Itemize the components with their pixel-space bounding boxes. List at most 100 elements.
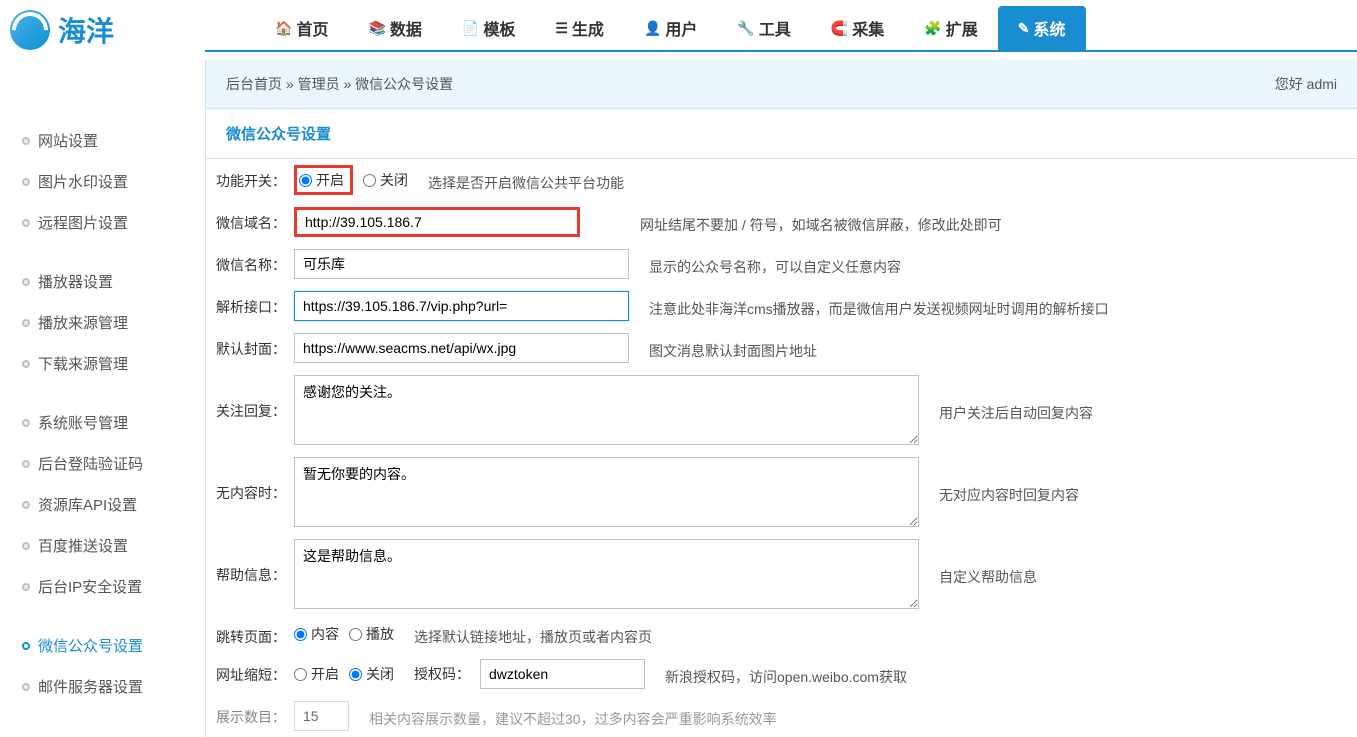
hint-jump: 选择默认链接地址，播放页或者内容页 bbox=[404, 621, 652, 647]
radio-switch-off[interactable] bbox=[363, 174, 376, 187]
bullet-icon bbox=[22, 583, 30, 591]
sidebar-item-8[interactable]: 资源库API设置 bbox=[0, 484, 205, 525]
radio-jump-content[interactable] bbox=[294, 628, 307, 641]
sidebar-item-4[interactable]: 播放来源管理 bbox=[0, 302, 205, 343]
radio-label-content: 内容 bbox=[311, 624, 339, 644]
sidebar-item-label: 百度推送设置 bbox=[38, 535, 128, 556]
nav-label: 模板 bbox=[483, 16, 515, 40]
sidebar-item-2[interactable]: 远程图片设置 bbox=[0, 202, 205, 243]
label-auth: 授权码： bbox=[404, 664, 470, 684]
input-api[interactable] bbox=[294, 291, 629, 321]
nav-icon: 📄 bbox=[462, 20, 479, 37]
nav-item-7[interactable]: 🧩扩展 bbox=[904, 6, 997, 50]
label-empty: 无内容时： bbox=[216, 457, 294, 503]
label-follow: 关注回复： bbox=[216, 375, 294, 421]
sidebar-item-label: 图片水印设置 bbox=[38, 171, 128, 192]
radio-label-short-off: 关闭 bbox=[366, 664, 394, 684]
nav-label: 用户 bbox=[665, 16, 697, 40]
hint-api: 注意此处非海洋cms播放器，而是微信用户发送视频网址时调用的解析接口 bbox=[639, 293, 1109, 319]
nav-item-1[interactable]: 📚数据 bbox=[348, 6, 441, 50]
nav-item-5[interactable]: 🔧工具 bbox=[717, 6, 810, 50]
nav-label: 扩展 bbox=[946, 16, 978, 40]
sidebar-item-label: 后台登陆验证码 bbox=[38, 453, 143, 474]
input-domain[interactable] bbox=[294, 207, 580, 237]
bullet-icon bbox=[22, 219, 30, 227]
label-switch: 功能开关： bbox=[216, 165, 294, 191]
radio-jump-play[interactable] bbox=[349, 628, 362, 641]
label-domain: 微信域名： bbox=[216, 207, 294, 233]
nav-item-4[interactable]: 👤用户 bbox=[624, 6, 717, 50]
hint-switch: 选择是否开启微信公共平台功能 bbox=[418, 167, 624, 193]
radio-short-off[interactable] bbox=[349, 668, 362, 681]
nav-label: 首页 bbox=[296, 16, 328, 40]
hint-empty: 无对应内容时回复内容 bbox=[929, 479, 1079, 505]
sidebar-item-label: 网站设置 bbox=[38, 130, 98, 151]
radio-label-short-on: 开启 bbox=[311, 664, 339, 684]
nav-item-8[interactable]: ✎系统 bbox=[998, 6, 1086, 50]
textarea-follow[interactable]: 感谢您的关注。 bbox=[294, 375, 919, 445]
hint-cover: 图文消息默认封面图片地址 bbox=[639, 335, 817, 361]
hint-domain: 网址结尾不要加 / 符号，如域名被微信屏蔽，修改此处即可 bbox=[590, 209, 1002, 235]
input-cover[interactable] bbox=[294, 333, 629, 363]
nav-label: 工具 bbox=[759, 16, 791, 40]
bullet-icon bbox=[22, 360, 30, 368]
sidebar-item-0[interactable]: 网站设置 bbox=[0, 120, 205, 161]
nav-item-6[interactable]: 🧲采集 bbox=[811, 6, 904, 50]
input-auth[interactable] bbox=[480, 659, 645, 689]
sidebar-item-label: 系统账号管理 bbox=[38, 412, 128, 433]
sidebar-item-9[interactable]: 百度推送设置 bbox=[0, 525, 205, 566]
radio-short-on[interactable] bbox=[294, 668, 307, 681]
label-api: 解析接口： bbox=[216, 291, 294, 317]
nav-icon: 👤 bbox=[644, 20, 661, 37]
sidebar: 网站设置图片水印设置远程图片设置播放器设置播放来源管理下载来源管理系统账号管理后… bbox=[0, 60, 205, 737]
bullet-icon bbox=[22, 319, 30, 327]
label-cover: 默认封面： bbox=[216, 333, 294, 359]
top-nav: 🏠首页📚数据📄模板☰生成👤用户🔧工具🧲采集🧩扩展✎系统 bbox=[205, 0, 1357, 52]
textarea-empty[interactable]: 暂无你要的内容。 bbox=[294, 457, 919, 527]
nav-label: 采集 bbox=[852, 16, 884, 40]
sidebar-item-10[interactable]: 后台IP安全设置 bbox=[0, 566, 205, 607]
nav-item-0[interactable]: 🏠首页 bbox=[255, 6, 348, 50]
sidebar-item-6[interactable]: 系统账号管理 bbox=[0, 402, 205, 443]
breadcrumb-page: 微信公众号设置 bbox=[355, 76, 453, 92]
breadcrumb-home[interactable]: 后台首页 bbox=[226, 76, 282, 92]
nav-icon: ✎ bbox=[1018, 20, 1030, 37]
bullet-icon bbox=[22, 642, 30, 650]
input-count[interactable] bbox=[294, 701, 349, 731]
panel-title: 微信公众号设置 bbox=[206, 109, 1357, 159]
bullet-icon bbox=[22, 137, 30, 145]
main-panel: 后台首页 » 管理员 » 微信公众号设置 您好 admi 微信公众号设置 功能开… bbox=[205, 60, 1357, 737]
sidebar-item-11[interactable]: 微信公众号设置 bbox=[0, 625, 205, 666]
bullet-icon bbox=[22, 419, 30, 427]
breadcrumb-sep: » bbox=[343, 76, 355, 92]
logo-icon bbox=[10, 10, 50, 50]
sidebar-item-label: 资源库API设置 bbox=[38, 494, 137, 515]
bullet-icon bbox=[22, 460, 30, 468]
nav-item-3[interactable]: ☰生成 bbox=[535, 6, 624, 50]
radio-switch-on[interactable] bbox=[299, 174, 312, 187]
sidebar-item-12[interactable]: 邮件服务器设置 bbox=[0, 666, 205, 707]
radio-label-on: 开启 bbox=[316, 170, 344, 190]
sidebar-item-label: 下载来源管理 bbox=[38, 353, 128, 374]
hint-help: 自定义帮助信息 bbox=[929, 561, 1037, 587]
settings-form: 功能开关： 开启 关闭 选择是否开启微信公共平台功能 bbox=[206, 159, 1357, 737]
label-count: 展示数目： bbox=[216, 701, 294, 727]
bullet-icon bbox=[22, 683, 30, 691]
textarea-help[interactable]: 这是帮助信息。 bbox=[294, 539, 919, 609]
breadcrumb: 后台首页 » 管理员 » 微信公众号设置 您好 admi bbox=[206, 60, 1357, 109]
label-short: 网址缩短： bbox=[216, 659, 294, 685]
nav-label: 系统 bbox=[1033, 16, 1065, 40]
input-name[interactable] bbox=[294, 249, 629, 279]
logo-text: 海洋 bbox=[58, 10, 114, 50]
sidebar-item-1[interactable]: 图片水印设置 bbox=[0, 161, 205, 202]
bullet-icon bbox=[22, 278, 30, 286]
sidebar-item-3[interactable]: 播放器设置 bbox=[0, 261, 205, 302]
nav-item-2[interactable]: 📄模板 bbox=[442, 6, 535, 50]
breadcrumb-section[interactable]: 管理员 bbox=[298, 76, 340, 92]
bullet-icon bbox=[22, 542, 30, 550]
sidebar-item-5[interactable]: 下载来源管理 bbox=[0, 343, 205, 384]
nav-label: 生成 bbox=[572, 16, 604, 40]
logo: 海洋 bbox=[0, 0, 205, 60]
sidebar-item-7[interactable]: 后台登陆验证码 bbox=[0, 443, 205, 484]
hint-follow: 用户关注后自动回复内容 bbox=[929, 397, 1093, 423]
